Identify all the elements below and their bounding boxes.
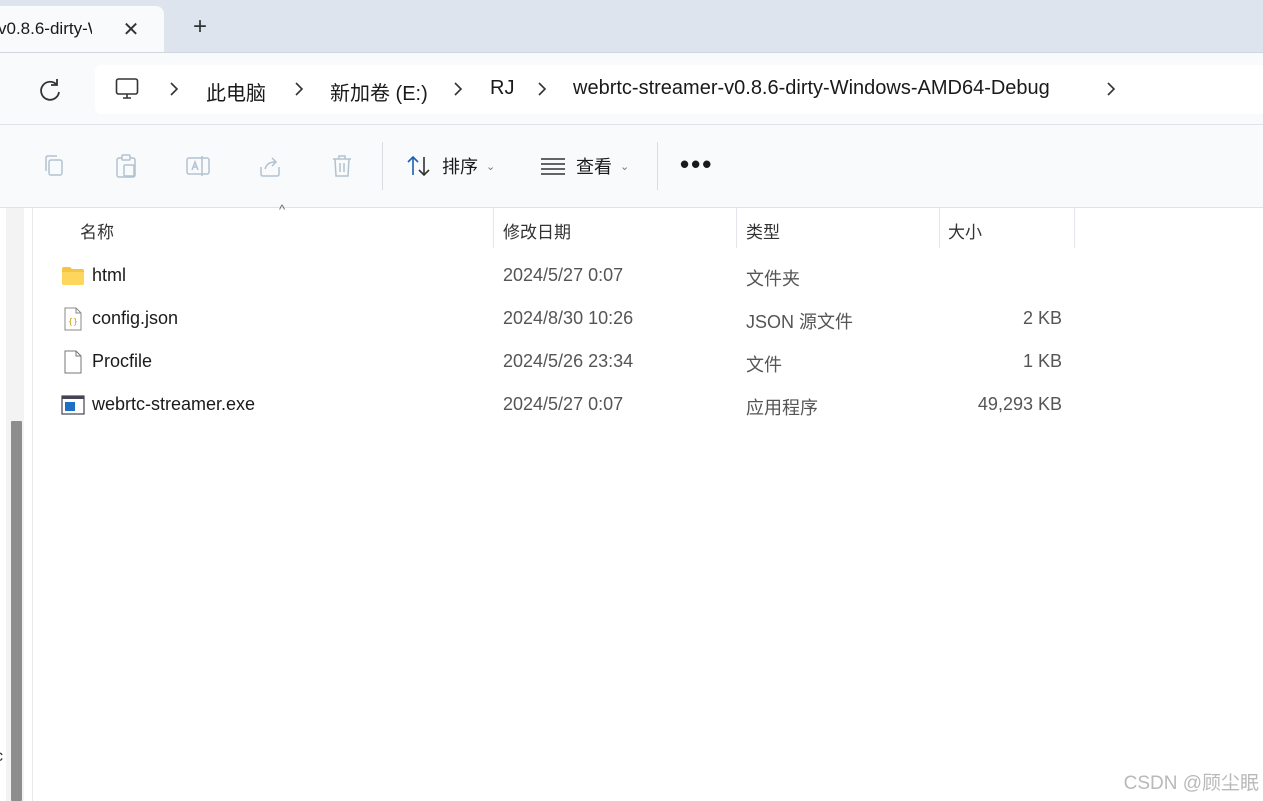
toolbar-separator bbox=[382, 142, 383, 190]
toolbar-separator bbox=[657, 142, 658, 190]
view-list-icon bbox=[541, 158, 565, 175]
address-row: 此电脑 新加卷 (E:) RJ webrtc-streamer-v0.8.6-d… bbox=[0, 53, 1263, 125]
file-row[interactable]: html 2024/5/27 0:07 文件夹 bbox=[33, 254, 1075, 297]
chevron-right-icon[interactable] bbox=[167, 80, 181, 98]
breadcrumb-item-drive[interactable]: 新加卷 (E:) bbox=[330, 77, 428, 106]
breadcrumb-item-rj[interactable]: RJ bbox=[490, 77, 514, 100]
file-date: 2024/8/30 10:26 bbox=[503, 308, 634, 328]
svg-text:{}: {} bbox=[68, 317, 78, 326]
sort-button[interactable]: 排序 ⌄ bbox=[406, 151, 495, 181]
column-header-size[interactable]: 大小 bbox=[948, 218, 982, 243]
chevron-down-icon: ⌄ bbox=[486, 160, 496, 173]
file-size: 1 KB bbox=[1022, 351, 1062, 371]
file-type: JSON 源文件 bbox=[746, 312, 854, 332]
tab-current[interactable]: v0.8.6-dirty-W ✕ bbox=[0, 6, 164, 52]
file-name: config.json bbox=[92, 308, 179, 328]
exe-icon bbox=[61, 395, 85, 415]
tab-close-icon[interactable]: ✕ bbox=[120, 17, 142, 42]
chevron-right-icon[interactable] bbox=[451, 80, 465, 98]
view-label: 查看 bbox=[576, 157, 612, 177]
file-date: 2024/5/27 0:07 bbox=[503, 394, 624, 414]
file-type: 文件 bbox=[746, 355, 782, 375]
paste-icon[interactable] bbox=[113, 153, 139, 179]
new-tab-button[interactable]: + bbox=[186, 14, 214, 42]
file-row[interactable]: {} config.json 2024/8/30 10:26 JSON 源文件 … bbox=[33, 297, 1075, 340]
file-date: 2024/5/27 0:07 bbox=[503, 265, 624, 285]
file-row[interactable]: webrtc-streamer.exe 2024/5/27 0:07 应用程序 … bbox=[33, 383, 1075, 426]
file-name: webrtc-streamer.exe bbox=[92, 394, 256, 414]
address-bar[interactable]: 此电脑 新加卷 (E:) RJ webrtc-streamer-v0.8.6-d… bbox=[95, 65, 1263, 114]
copy-icon[interactable] bbox=[41, 153, 67, 179]
column-divider[interactable] bbox=[493, 208, 494, 248]
share-icon[interactable] bbox=[257, 153, 283, 179]
more-options-button[interactable]: ••• bbox=[680, 151, 713, 177]
navigation-pane: c bbox=[0, 208, 33, 801]
nav-pane-text-fragment: c bbox=[0, 748, 3, 766]
file-name: Procfile bbox=[92, 351, 153, 371]
file-size: 49,293 KB bbox=[977, 394, 1062, 414]
rename-icon[interactable] bbox=[185, 153, 211, 179]
chevron-down-icon: ⌄ bbox=[620, 160, 630, 173]
json-file-icon: {} bbox=[64, 307, 82, 331]
watermark: CSDN @顾尘眠 bbox=[1123, 773, 1259, 794]
refresh-icon[interactable] bbox=[36, 76, 64, 104]
file-date: 2024/5/26 23:34 bbox=[503, 351, 634, 371]
folder-icon bbox=[62, 267, 84, 285]
column-divider[interactable] bbox=[736, 208, 737, 248]
tab-strip: v0.8.6-dirty-W ✕ + bbox=[0, 0, 1263, 53]
column-divider[interactable] bbox=[939, 208, 940, 248]
sort-label: 排序 bbox=[442, 157, 478, 177]
sort-ascending-icon: ^ bbox=[279, 202, 286, 217]
column-divider[interactable] bbox=[1074, 208, 1075, 248]
file-type: 文件夹 bbox=[746, 269, 800, 289]
file-row[interactable]: Procfile 2024/5/26 23:34 文件 1 KB bbox=[33, 340, 1075, 383]
file-size: 2 KB bbox=[1022, 308, 1062, 328]
command-bar: 排序 ⌄ 查看 ⌄ ••• bbox=[0, 125, 1263, 208]
file-name: html bbox=[92, 265, 127, 285]
chevron-right-icon[interactable] bbox=[535, 80, 549, 98]
this-pc-icon[interactable] bbox=[115, 77, 139, 101]
delete-icon[interactable] bbox=[329, 153, 355, 179]
scrollbar-thumb[interactable] bbox=[11, 421, 22, 801]
column-header-row: ^ 名称 修改日期 类型 大小 bbox=[33, 202, 1263, 250]
column-header-type[interactable]: 类型 bbox=[746, 218, 780, 243]
chevron-right-icon[interactable] bbox=[1104, 80, 1118, 98]
view-button[interactable]: 查看 ⌄ bbox=[540, 151, 629, 181]
breadcrumb-item-this-pc[interactable]: 此电脑 bbox=[206, 77, 266, 106]
breadcrumb-item-current-folder[interactable]: webrtc-streamer-v0.8.6-dirty-Windows-AMD… bbox=[573, 77, 1050, 100]
tab-title: v0.8.6-dirty-W bbox=[0, 19, 92, 38]
column-header-name[interactable]: 名称 bbox=[80, 218, 114, 243]
column-header-date[interactable]: 修改日期 bbox=[503, 218, 571, 243]
chevron-right-icon[interactable] bbox=[292, 80, 306, 98]
sort-icon bbox=[407, 155, 430, 177]
file-icon bbox=[64, 350, 82, 374]
file-type: 应用程序 bbox=[746, 398, 818, 418]
